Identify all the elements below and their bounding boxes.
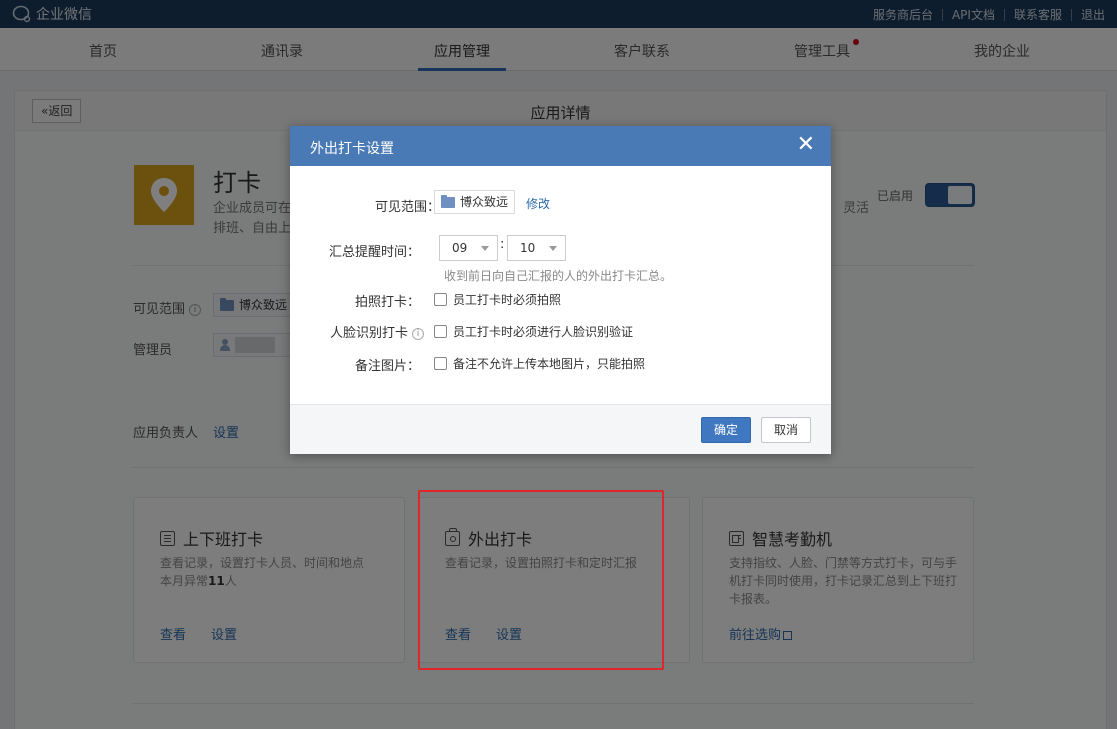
photo-required-checkbox[interactable]: 员工打卡时必须拍照 [434,291,561,308]
checkbox[interactable] [434,357,447,370]
time-colon: : [500,237,505,252]
dialog-header: 外出打卡设置 ✕ [290,126,831,166]
face-required-checkbox[interactable]: 员工打卡时必须进行人脸识别验证 [434,323,633,340]
confirm-button[interactable]: 确定 [701,417,751,443]
close-icon[interactable]: ✕ [797,134,815,156]
visible-range-label: 可见范围： [374,200,440,215]
summary-time-label: 汇总提醒时间： [328,245,420,260]
checkbox[interactable] [434,293,447,306]
dialog-footer: 确定 取消 [290,404,831,454]
hour-select[interactable]: 09 [439,235,498,261]
highlight-box [418,490,664,670]
note-no-local-image-checkbox[interactable]: 备注不允许上传本地图片，只能拍照 [434,355,645,372]
modify-link[interactable]: 修改 [526,195,550,212]
photo-checkin-label: 拍照打卡： [354,295,420,310]
note-image-label: 备注图片： [354,359,420,374]
chevron-down-icon [549,246,557,251]
cancel-button[interactable]: 取消 [761,417,811,443]
chevron-down-icon [481,246,489,251]
summary-hint: 收到前日向自己汇报的人的外出打卡汇总。 [444,269,673,283]
field-checkin-settings-dialog: 外出打卡设置 ✕ 可见范围： 博众致远 修改 汇总提醒时间： 09 : 10 收… [290,126,831,454]
visible-range-chip: 博众致远 [434,190,516,214]
folder-icon [441,194,455,208]
checkbox[interactable] [434,325,447,338]
dialog-title: 外出打卡设置 [310,141,394,157]
minute-select[interactable]: 10 [507,235,566,261]
face-recognition-label: 人脸识别打卡 i [274,322,424,341]
info-icon[interactable]: i [412,327,424,340]
